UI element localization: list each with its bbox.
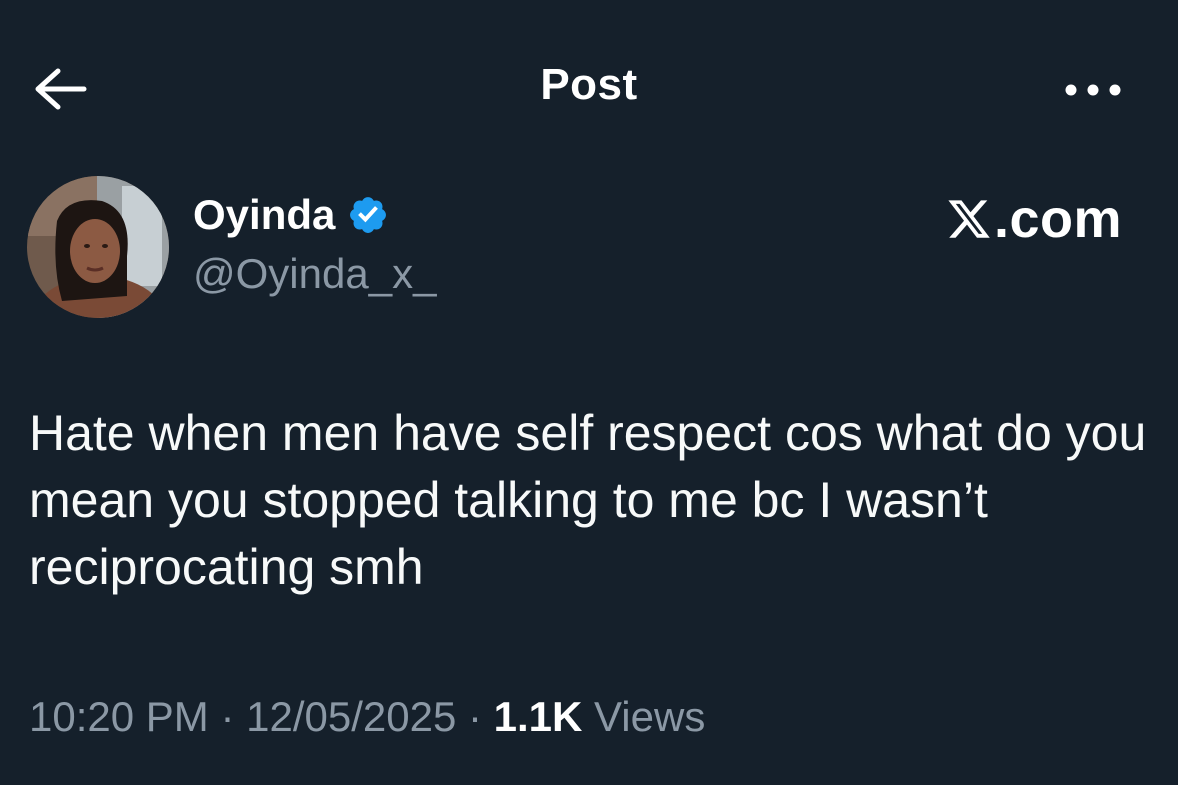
author-handle[interactable]: @Oyinda_x_ bbox=[193, 250, 436, 298]
post-time[interactable]: 10:20 PM bbox=[29, 693, 209, 740]
meta-separator: · bbox=[456, 693, 494, 740]
page-title: Post bbox=[540, 60, 638, 109]
avatar[interactable] bbox=[27, 176, 169, 318]
verified-badge-icon bbox=[350, 197, 387, 233]
post-date[interactable]: 12/05/2025 bbox=[246, 693, 456, 740]
site-watermark: .com bbox=[946, 188, 1122, 250]
site-label-text: .com bbox=[993, 189, 1122, 249]
more-icon bbox=[1065, 84, 1121, 96]
more-options-button[interactable] bbox=[1058, 70, 1128, 110]
views-label: Views bbox=[582, 693, 706, 740]
post-text: Hate when men have self respect cos what… bbox=[29, 405, 1147, 595]
x-logo-icon bbox=[948, 200, 990, 238]
author-name-row[interactable]: Oyinda bbox=[193, 191, 389, 239]
post-meta: 10:20 PM · 12/05/2025 · 1.1K Views bbox=[29, 693, 705, 741]
post-screen: Post Oyinda @Oyinda_x_ .com Hate when me… bbox=[0, 0, 1178, 785]
views-count[interactable]: 1.1K bbox=[494, 693, 583, 740]
author-display-name[interactable]: Oyinda bbox=[193, 191, 335, 239]
meta-separator: · bbox=[208, 693, 247, 740]
avatar-image bbox=[27, 176, 169, 318]
